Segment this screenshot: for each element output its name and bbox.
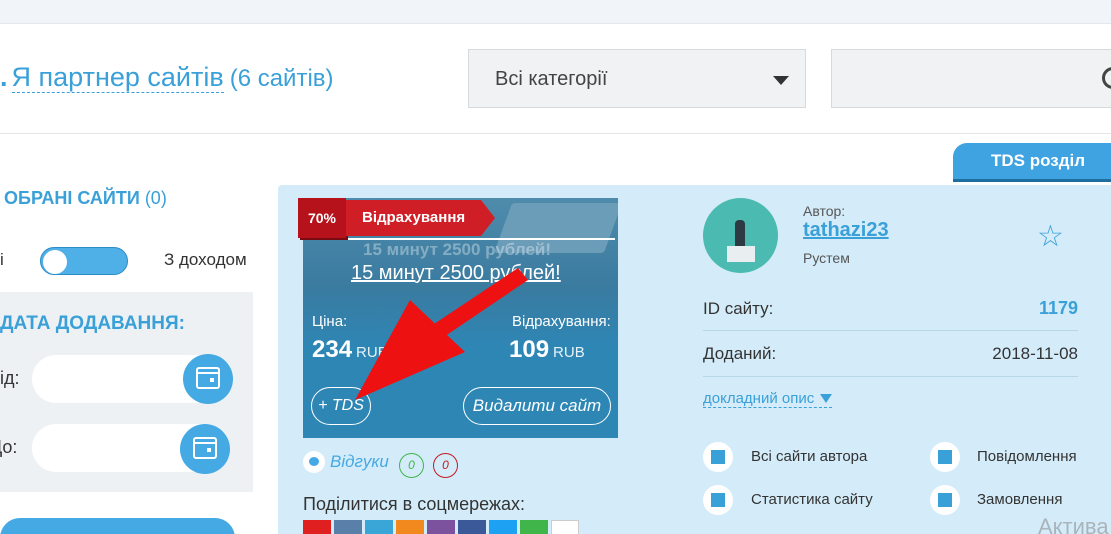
deduction-value: 109 RUB — [509, 336, 585, 364]
site-id-value[interactable]: 1179 — [1039, 298, 1078, 319]
date-filter-title: ДАТА ДОДАВАННЯ: — [0, 313, 185, 334]
mail-icon[interactable] — [930, 442, 960, 472]
viber-share-icon[interactable] — [427, 520, 455, 534]
telegram-share-icon[interactable] — [365, 520, 393, 534]
site-id-label: ID сайту: — [703, 299, 774, 318]
more-share-icon[interactable] — [551, 520, 579, 534]
vk-share-icon[interactable] — [334, 520, 362, 534]
added-value: 2018-11-08 — [992, 344, 1078, 363]
site-title-link[interactable]: 15 минут 2500 рублей! — [351, 262, 561, 285]
more-description-toggle[interactable]: докладний опис — [703, 390, 833, 408]
deduction-ribbon: Відрахування — [346, 200, 495, 236]
twitter-share-icon[interactable] — [489, 520, 517, 534]
title-bullet: . — [0, 62, 8, 92]
status-text: Актива — [1038, 514, 1109, 534]
home-glyph — [711, 450, 725, 464]
toggle-right-label: З доходом — [164, 250, 247, 269]
add-tds-button[interactable]: + TDS — [311, 387, 371, 425]
search-input[interactable] — [831, 49, 1111, 108]
price-number: 234 — [312, 336, 353, 363]
facebook-share-icon[interactable] — [458, 520, 486, 534]
page-title-count: (6 сайтів) — [229, 65, 334, 92]
star-icon[interactable]: ☆ — [1037, 222, 1064, 252]
author-sites-link[interactable]: Всі сайти автора — [751, 448, 867, 465]
more-description-text: докладний опис — [703, 390, 815, 407]
category-select-value: Всі категорії — [495, 68, 608, 90]
deduction-currency: RUB — [553, 344, 585, 361]
price-label: Ціна: — [312, 313, 348, 330]
deduction-number: 109 — [509, 336, 550, 363]
date-to-calendar-button[interactable] — [180, 424, 230, 474]
delete-site-button[interactable]: Видалити сайт — [463, 387, 611, 425]
mail-glyph — [938, 450, 952, 464]
date-from-label: Від: — [0, 368, 20, 388]
positive-reviews-count[interactable]: 0 — [399, 453, 424, 478]
top-strip — [0, 0, 1111, 24]
page-header: .Я партнер сайтів (6 сайтів) Всі категорі… — [0, 24, 1111, 134]
thumbnail-ghost-text: 15 минут 2500 рублей! — [363, 240, 552, 259]
chart-icon[interactable] — [703, 485, 733, 515]
negative-reviews-count[interactable]: 0 — [433, 453, 458, 478]
author-label: Автор: — [803, 203, 846, 219]
cart-icon[interactable] — [930, 485, 960, 515]
favorites-title[interactable]: ОБРАНІ САЙТИ (0) — [4, 188, 167, 209]
reviews-link[interactable]: Відгуки — [330, 452, 389, 472]
favorites-title-text: ОБРАНІ САЙТИ — [4, 188, 140, 208]
toggle-knob — [43, 250, 67, 274]
calendar-icon — [193, 437, 217, 459]
price-value: 234 RUB — [312, 336, 388, 364]
added-label: Доданий: — [703, 344, 777, 363]
thumbnail-divider — [313, 238, 615, 240]
share-label: Поділитися в соцмережах: — [303, 494, 526, 514]
favorites-count: (0) — [144, 188, 167, 208]
category-select[interactable]: Всі категорії — [468, 49, 806, 108]
home-icon[interactable] — [703, 442, 733, 472]
divider — [703, 376, 1078, 377]
discount-percent-badge: 70% — [298, 198, 346, 238]
avatar-desk — [727, 246, 755, 262]
page-title-main[interactable]: Я партнер сайтів — [11, 62, 224, 93]
tab-tds-section[interactable]: TDS розділ — [953, 143, 1111, 179]
page-title[interactable]: .Я партнер сайтів (6 сайтів) — [0, 62, 334, 93]
chart-glyph — [711, 493, 725, 507]
author-real-name: Рустем — [803, 250, 850, 266]
triangle-down-icon — [820, 394, 833, 403]
calendar-icon — [196, 367, 220, 389]
cart-glyph — [938, 493, 952, 507]
youtube-share-icon[interactable] — [303, 520, 331, 534]
income-toggle[interactable] — [40, 247, 128, 275]
deduction-label: Відрахування: — [512, 313, 611, 330]
sidebar-apply-button[interactable] — [0, 518, 235, 534]
orders-link[interactable]: Замовлення — [977, 491, 1062, 508]
chat-bubble-icon — [303, 451, 325, 473]
divider — [703, 330, 1078, 331]
price-currency: RUB — [356, 344, 388, 361]
messages-link[interactable]: Повідомлення — [977, 448, 1077, 465]
search-icon[interactable] — [1102, 67, 1111, 89]
odnoklassniki-share-icon[interactable] — [396, 520, 424, 534]
toggle-left-label: і — [0, 250, 4, 269]
whatsapp-share-icon[interactable] — [520, 520, 548, 534]
site-statistics-link[interactable]: Статистика сайту — [751, 491, 873, 508]
author-avatar[interactable] — [703, 198, 778, 273]
chevron-down-icon — [773, 76, 789, 85]
date-to-label: До: — [0, 437, 18, 457]
date-from-calendar-button[interactable] — [183, 354, 233, 404]
author-name-link[interactable]: tathazi23 — [803, 219, 889, 242]
social-share-bar — [303, 520, 579, 534]
